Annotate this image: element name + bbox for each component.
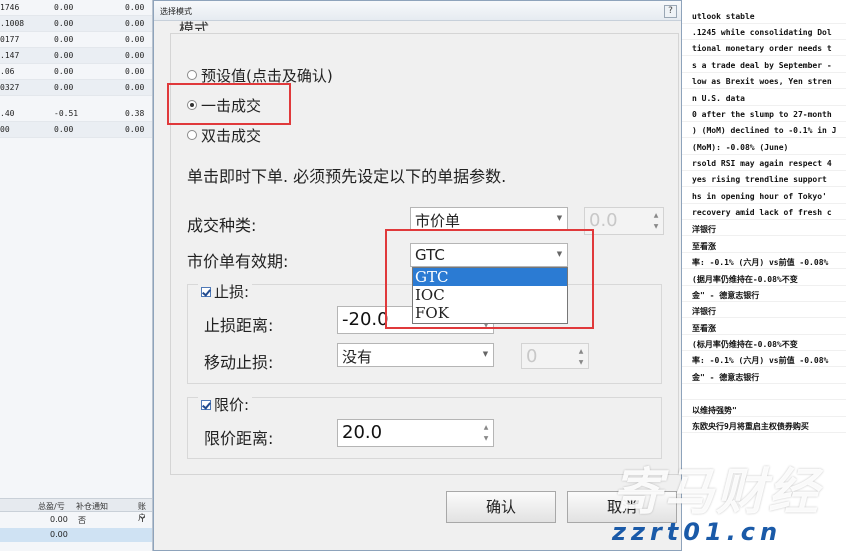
checkbox-checked-icon <box>201 399 211 410</box>
mode-radio-double-click[interactable]: 双击成交 <box>187 124 261 146</box>
news-item[interactable]: 至看涨 <box>682 319 846 335</box>
radio-icon <box>187 130 197 140</box>
trailing-stop-label: 移动止损: <box>204 353 274 372</box>
news-item[interactable]: (MoM): -0.08% (June) <box>682 139 846 155</box>
news-item[interactable]: 0 after the slump to 27-month <box>682 106 846 122</box>
mode-group-legend: 模式 <box>176 21 213 31</box>
table-row[interactable]: 0327 0.00 0.00 <box>0 80 152 96</box>
radio-icon <box>187 70 197 80</box>
news-item[interactable]: tional monetary order needs t <box>682 40 846 56</box>
watermark-brand: 寄马财经 <box>612 463 820 521</box>
dialog-titlebar[interactable]: 选择模式 ? <box>154 1 681 21</box>
stop-loss-checkbox[interactable]: 止损: <box>198 281 253 302</box>
table-row[interactable]: 0177 0.00 0.00 <box>0 32 152 48</box>
dialog-title: 选择模式 <box>160 7 192 16</box>
spin-arrows-icon: ▲▼ <box>483 424 489 442</box>
account-summary-header: 总盈/亏 补仓通知 账户 <box>0 498 152 522</box>
table-row[interactable]: 1746 0.00 0.00 <box>0 0 152 16</box>
limit-distance-label: 限价距离: <box>204 429 274 448</box>
news-item[interactable]: yes rising trendline support <box>682 171 846 187</box>
account-summary-row[interactable]: 0.00 否 Y <box>0 513 152 527</box>
news-item[interactable]: s a trade deal by September - <box>682 57 846 73</box>
news-item[interactable]: 率: -0.1% (六月) vs前值 -0.08% <box>682 351 846 367</box>
table-row[interactable]: 00 0.00 0.00 <box>0 122 152 138</box>
select-mode-dialog: 选择模式 ? 模式 预设值(点击及确认) 一击成交 双击成交 单击即时下单. 必… <box>153 0 682 551</box>
news-item[interactable]: .1245 while consolidating Dol <box>682 24 846 40</box>
news-item[interactable]: ) (MoM) declined to -0.1% in J <box>682 122 846 138</box>
news-item[interactable]: hs in opening hour of Tokyo' <box>682 188 846 204</box>
news-item[interactable]: low as Brexit woes, Yen stren <box>682 73 846 89</box>
limit-checkbox[interactable]: 限价: <box>198 394 253 415</box>
limit-distance-stepper[interactable]: 20.0 ▲ ▼ <box>337 419 494 447</box>
news-item[interactable]: (标月率仍维持在-0.08%不变 <box>682 335 846 351</box>
chevron-down-icon: ▼ <box>556 214 563 222</box>
news-item[interactable]: recovery amid lack of fresh c <box>682 204 846 220</box>
validity-label: 市价单有效期: <box>187 252 289 271</box>
news-item[interactable]: 金" - 德意志银行 <box>682 368 846 384</box>
table-row[interactable]: .06 0.00 0.00 <box>0 64 152 80</box>
mode-description: 单击即时下单. 必须预先设定以下的单据参数. <box>187 167 507 186</box>
ok-button[interactable]: 确认 <box>446 491 556 523</box>
news-item[interactable]: 洋银行 <box>682 220 846 236</box>
spin-arrows-icon: ▲▼ <box>578 348 584 366</box>
order-quantity-stepper[interactable]: 0.0 ▲ ▼ <box>584 207 664 235</box>
news-item[interactable]: 至看涨 <box>682 237 846 253</box>
spin-arrows-icon: ▲▼ <box>653 212 659 230</box>
news-item[interactable]: utlook stable <box>682 8 846 24</box>
news-item[interactable]: (据月率仍维持在-0.08%不变 <box>682 270 846 286</box>
news-item[interactable] <box>682 384 846 400</box>
order-type-select[interactable]: 市价单 ▼ <box>410 207 568 231</box>
news-item[interactable]: 以维持强势" <box>682 401 846 417</box>
chevron-down-icon: ▼ <box>482 350 489 358</box>
news-item[interactable]: 东欧央行9月将重启主权债券购买 <box>682 417 846 433</box>
news-item[interactable]: 洋银行 <box>682 302 846 318</box>
table-row[interactable]: .147 0.00 0.00 <box>0 48 152 64</box>
annotation-box-validity <box>385 229 594 329</box>
watermark-url: zzrt01.cn <box>612 518 783 546</box>
checkbox-checked-icon <box>201 286 211 297</box>
order-type-label: 成交种类: <box>187 216 257 235</box>
annotation-box-one-click <box>167 83 291 125</box>
news-item[interactable]: rsold RSI may again respect 4 <box>682 155 846 171</box>
trailing-stop-select[interactable]: 没有 ▼ <box>337 343 494 367</box>
news-item[interactable]: 率: -0.1% (六月) vs前值 -0.08% <box>682 253 846 269</box>
trailing-stop-stepper[interactable]: 0 ▲ ▼ <box>521 343 589 369</box>
news-item[interactable]: n U.S. data <box>682 90 846 106</box>
table-row[interactable]: .40 -0.51 0.38 <box>0 106 152 122</box>
news-item[interactable]: 金" - 德意志银行 <box>682 286 846 302</box>
table-row[interactable]: .1008 0.00 0.00 <box>0 16 152 32</box>
stop-distance-label: 止损距离: <box>204 316 274 335</box>
help-icon[interactable]: ? <box>664 5 677 18</box>
account-summary-row-selected[interactable]: 0.00 <box>0 528 152 542</box>
positions-table: 1746 0.00 0.00 .1008 0.00 0.00 0177 0.00 0.00 … <box>0 0 153 551</box>
